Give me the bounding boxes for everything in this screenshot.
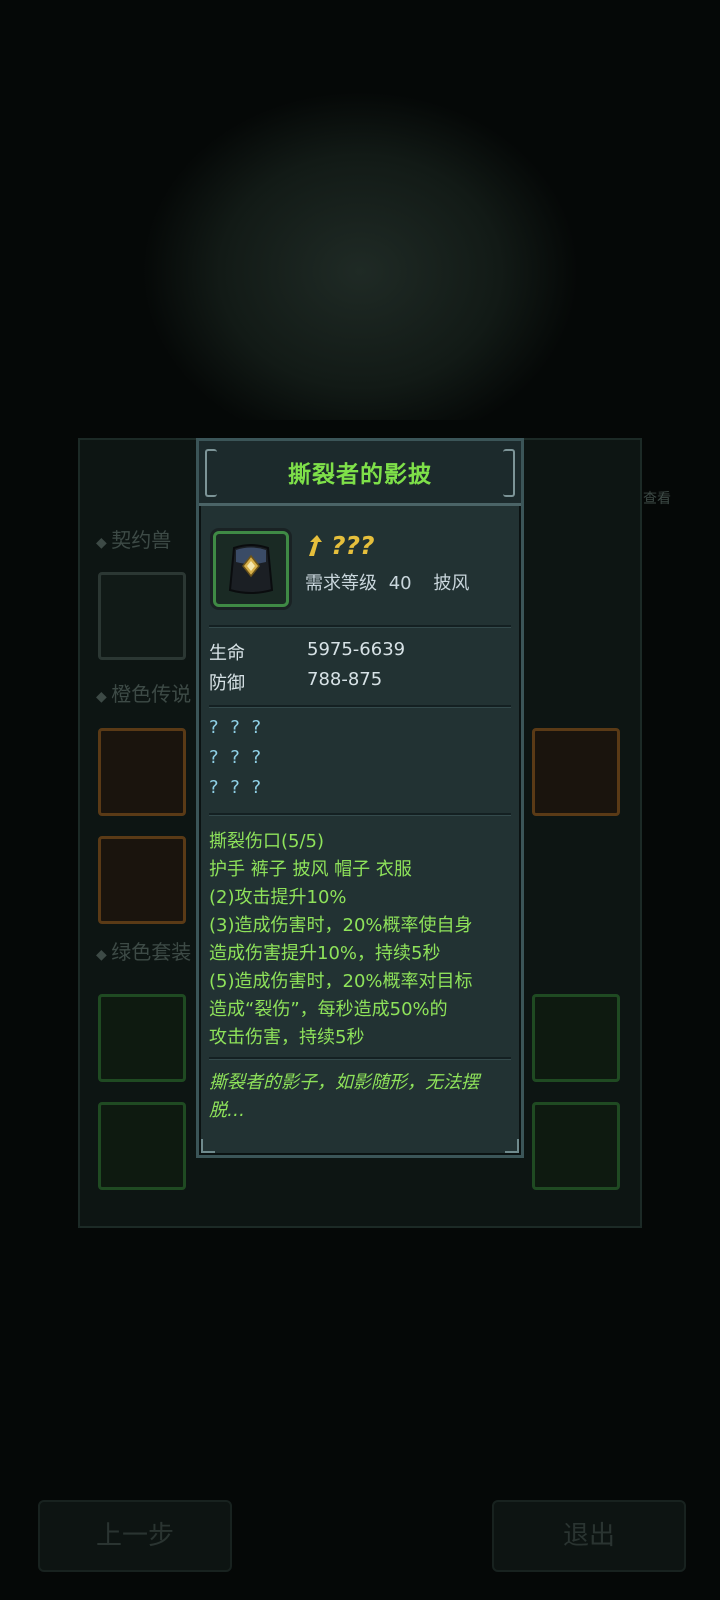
set-bonus-line: (2)攻击提升10% <box>209 887 347 908</box>
item-icon-frame <box>213 531 289 607</box>
boss-portrait <box>140 90 580 420</box>
item-name: 撕裂者的影披 <box>288 462 432 488</box>
orange-slot-2[interactable] <box>98 836 186 924</box>
tooltip-header: 撕裂者的影披 <box>199 441 521 506</box>
set-bonus-line: (3)造成伤害时，20%概率使自身 <box>209 915 473 936</box>
section-title-orange: 橙色传说 <box>96 678 191 707</box>
stat-label: 防御 <box>209 673 245 694</box>
stat-value: 788-875 <box>307 669 383 690</box>
set-bonus-line: 造成“裂伤”，每秒造成50%的 <box>209 999 448 1020</box>
stat-label: 生命 <box>209 643 245 664</box>
set-bonus-line: (5)造成伤害时，20%概率对目标 <box>209 971 473 992</box>
item-rank: ??? <box>331 531 375 560</box>
pet-slot[interactable] <box>98 572 186 660</box>
unknown-affix: ? ? ? <box>209 777 265 798</box>
prev-step-button[interactable]: 上一步 <box>38 1500 232 1572</box>
cloak-icon <box>228 544 274 594</box>
divider <box>209 705 511 708</box>
view-label[interactable]: 查看 <box>643 488 671 508</box>
divider <box>209 1057 511 1060</box>
green-slot-cloak[interactable] <box>532 994 620 1082</box>
set-bonus-line: 攻击伤害，持续5秒 <box>209 1027 365 1048</box>
section-title-green: 绿色套装 <box>96 936 191 965</box>
corner-ornament <box>201 1139 215 1153</box>
divider <box>209 813 511 816</box>
green-slot-armor[interactable] <box>532 1102 620 1190</box>
green-slot-1[interactable] <box>98 994 186 1082</box>
flavor-text: 撕裂者的影子，如影随形，无法摆脱… <box>209 1072 479 1121</box>
unknown-affix: ? ? ? <box>209 717 265 738</box>
stat-row-defense: 防御 788-875 <box>209 669 382 695</box>
requirement-row: 需求等级 40 披风 <box>305 569 469 595</box>
stat-row-hp: 生命 5975-6639 <box>209 639 405 665</box>
orange-slot-weapon[interactable] <box>532 728 620 816</box>
requirement-level: 40 <box>388 573 412 594</box>
item-tooltip: 撕裂者的影披 ??? 需求等级 40 披风 生命 5975-6639 防御 78… <box>196 438 524 1158</box>
level-arrow-icon <box>305 534 325 558</box>
orange-slot-1[interactable] <box>98 728 186 816</box>
divider <box>209 625 511 628</box>
item-slot-type: 披风 <box>433 573 470 594</box>
requirement-label: 需求等级 <box>305 573 377 594</box>
corner-ornament <box>505 1139 519 1153</box>
rank-row: ??? <box>305 531 375 560</box>
set-name: 撕裂伤口(5/5) <box>209 831 325 852</box>
exit-button[interactable]: 退出 <box>492 1500 686 1572</box>
stat-value: 5975-6639 <box>307 639 406 660</box>
set-bonus-line: 造成伤害提升10%，持续5秒 <box>209 943 441 964</box>
section-title-pet: 契约兽 <box>96 524 171 553</box>
green-slot-2[interactable] <box>98 1102 186 1190</box>
set-pieces: 护手 裤子 披风 帽子 衣服 <box>209 859 412 880</box>
unknown-affix: ? ? ? <box>209 747 265 768</box>
